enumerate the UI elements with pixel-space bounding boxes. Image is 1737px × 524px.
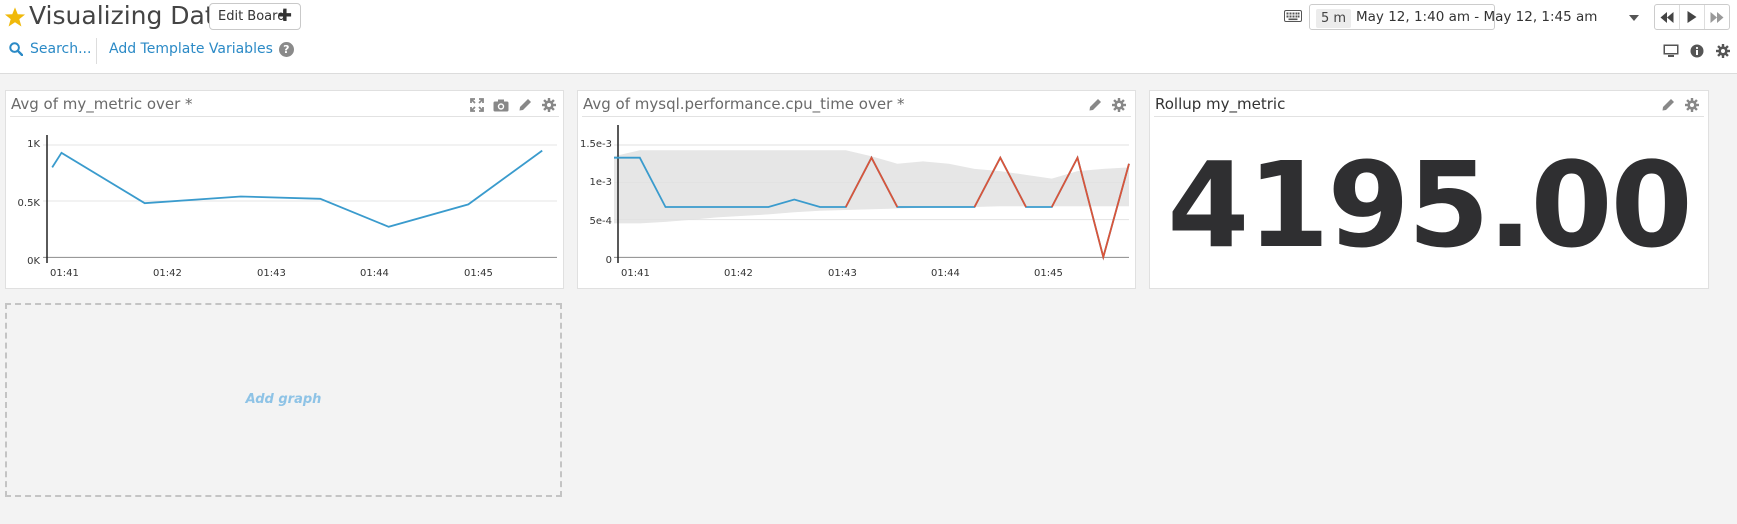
- time-span-badge: 5 m: [1316, 9, 1352, 28]
- page-title: Visualizing Data: [29, 1, 231, 30]
- add-graph-placeholder[interactable]: Add graph: [5, 303, 562, 497]
- fast-forward-icon: [1710, 11, 1724, 23]
- keyboard-icon[interactable]: [1284, 10, 1302, 22]
- chevron-down-icon[interactable]: [1629, 15, 1639, 21]
- template-variables-label: Add Template Variables: [109, 41, 273, 57]
- edit-board-button[interactable]: Edit Board ✚: [209, 3, 301, 30]
- timeseries-widget-my-metric[interactable]: Avg of my_metric over * 1K 0.5K 0K 01:41…: [5, 90, 564, 289]
- play-icon: [1687, 11, 1697, 23]
- help-icon[interactable]: ?: [278, 41, 294, 57]
- time-navigation: [1654, 4, 1730, 30]
- star-icon[interactable]: [4, 6, 26, 28]
- rewind-button[interactable]: [1655, 5, 1680, 29]
- search-button[interactable]: Search...: [9, 41, 91, 57]
- search-label: Search...: [30, 41, 92, 57]
- edit-board-label: Edit Board: [218, 9, 286, 24]
- pencil-icon[interactable]: [1659, 96, 1677, 114]
- widget-title: Rollup my_metric: [1155, 95, 1286, 113]
- query-value-widget[interactable]: Rollup my_metric 4195.00: [1149, 90, 1709, 289]
- timeseries-widget-cpu-time[interactable]: Avg of mysql.performance.cpu_time over *…: [577, 90, 1136, 289]
- info-icon[interactable]: [1690, 44, 1704, 58]
- divider: [96, 38, 97, 64]
- dashboard-header: Visualizing Data Edit Board ✚ Search... …: [0, 0, 1737, 74]
- fast-forward-button[interactable]: [1705, 5, 1729, 29]
- widget-toolbar: [1659, 96, 1701, 114]
- play-button[interactable]: [1680, 5, 1705, 29]
- anomaly-band: [614, 150, 1129, 224]
- gear-icon[interactable]: [1683, 96, 1701, 114]
- anomaly-line-chart[interactable]: [578, 91, 1135, 288]
- monitor-icon[interactable]: [1663, 44, 1679, 58]
- gear-icon[interactable]: [1716, 44, 1730, 58]
- search-icon: [9, 42, 23, 56]
- metric-value: 4195.00: [1167, 136, 1692, 274]
- rewind-icon: [1660, 11, 1674, 23]
- title-divider: [1154, 116, 1704, 117]
- add-template-variables-link[interactable]: Add Template Variables ?: [109, 41, 294, 57]
- add-graph-label: Add graph: [245, 392, 322, 407]
- series-line: [51, 149, 543, 228]
- plus-icon: ✚: [277, 6, 292, 26]
- line-chart[interactable]: [6, 91, 563, 288]
- time-range-label: May 12, 1:40 am - May 12, 1:45 am: [1356, 9, 1598, 25]
